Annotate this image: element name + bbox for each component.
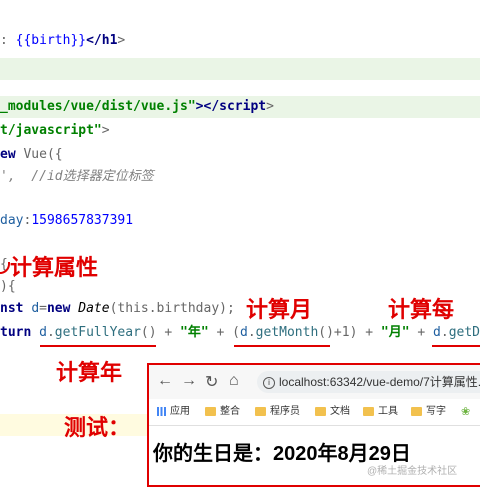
- underline-getfullyear: [40, 345, 156, 347]
- bookmark-tools[interactable]: 工具: [363, 399, 398, 425]
- code-token: getDa: [448, 325, 480, 340]
- bookmark-integration[interactable]: 整合: [205, 399, 240, 425]
- code-token: .: [247, 325, 256, 340]
- annotation-compute-day: 计算每: [388, 297, 455, 323]
- code-line: t/javascript">: [0, 120, 480, 142]
- annotation-compute-month: 计算月: [246, 297, 313, 323]
- code-token: ></script: [195, 99, 267, 114]
- code-token: >: [266, 99, 274, 114]
- underline-getdate: [432, 345, 480, 347]
- code-token: _modules/vue/dist/vue.js": [0, 99, 196, 114]
- annotation-compute-year: 计算年: [56, 360, 123, 386]
- forward-arrow-icon[interactable]: →: [181, 372, 197, 390]
- info-icon: i: [263, 376, 275, 389]
- url-text: localhost:63342/vue-demo/7计算属性.ht: [279, 375, 480, 389]
- code-token: +: [409, 325, 434, 340]
- code-token: .: [440, 325, 449, 340]
- code-line: _modules/vue/dist/vue.js"></script>: [0, 96, 480, 118]
- code-line: ew Vue({: [0, 144, 480, 166]
- code-token: getFullYear: [54, 325, 141, 340]
- code-token: getMonth: [255, 325, 319, 340]
- code-token: :: [0, 33, 16, 48]
- code-token: {{birth}}: [15, 33, 87, 48]
- code-token: day: [0, 213, 24, 228]
- code-token: nst: [0, 301, 32, 316]
- code-token: ', //id选择器定位标签: [0, 169, 154, 184]
- code-token: Date: [78, 301, 110, 316]
- code-token: (this.birthday);: [109, 301, 235, 316]
- code-token: () +: [140, 325, 181, 340]
- code-token: "月": [380, 325, 410, 340]
- folder-icon: [315, 406, 326, 416]
- back-arrow-icon[interactable]: ←: [157, 372, 173, 390]
- underline-getmonth: [234, 345, 330, 347]
- code-token: "年": [180, 325, 209, 340]
- code-token: >: [101, 123, 110, 138]
- bookmark-writing[interactable]: 写字: [411, 399, 446, 425]
- browser-toolbar: ← → ↻ ⌂ i localhost:63342/vue-demo/7计算属性.…: [149, 365, 480, 399]
- bookmark-docs[interactable]: 文档: [315, 399, 350, 425]
- folder-icon: [363, 406, 374, 416]
- apps-grid-icon: [157, 406, 166, 416]
- code-token: Vue({: [23, 147, 63, 162]
- code-token: =: [39, 301, 47, 316]
- code-line: day:1598657837391: [0, 210, 480, 232]
- code-token: d: [433, 325, 441, 340]
- annotation-test: 测试：: [64, 415, 131, 441]
- code-token: </h1: [86, 33, 118, 48]
- code-token: d: [39, 325, 47, 340]
- code-line: turn d.getFullYear() + "年" + (d.getMonth…: [0, 322, 480, 344]
- home-icon[interactable]: ⌂: [229, 372, 239, 390]
- code-token: 1598657837391: [31, 213, 134, 228]
- code-token: .: [46, 325, 55, 340]
- code-token: + (: [208, 325, 241, 340]
- code-token: d: [31, 301, 40, 316]
- code-token: new: [46, 301, 79, 316]
- code-token: >: [117, 33, 126, 48]
- bookmark-programmer[interactable]: 程序员: [255, 399, 300, 425]
- folder-icon: [205, 406, 216, 416]
- code-line: ', //id选择器定位标签: [0, 166, 480, 188]
- address-bar[interactable]: i localhost:63342/vue-demo/7计算属性.ht: [257, 371, 480, 393]
- code-token: ()+1) +: [318, 325, 381, 340]
- code-token: turn: [0, 325, 40, 340]
- code-line: : {{birth}}</h1>: [0, 30, 480, 52]
- code-token: d: [240, 325, 248, 340]
- code-line: [0, 58, 480, 80]
- watermark: @稀土掘金技术社区: [367, 466, 458, 477]
- folder-icon: [255, 406, 266, 416]
- folder-icon: [411, 406, 422, 416]
- bookmarks-bar: 应用 整合 程序员 文档 工具 写字 ❀: [149, 399, 480, 426]
- bookmark-apps[interactable]: 应用: [157, 399, 190, 425]
- leaf-icon[interactable]: ❀: [461, 399, 470, 425]
- reload-icon[interactable]: ↻: [205, 372, 218, 392]
- code-token: t/javascript": [0, 123, 102, 138]
- code-token: ew: [0, 147, 24, 162]
- annotation-computed-property: 计算属性: [10, 255, 99, 281]
